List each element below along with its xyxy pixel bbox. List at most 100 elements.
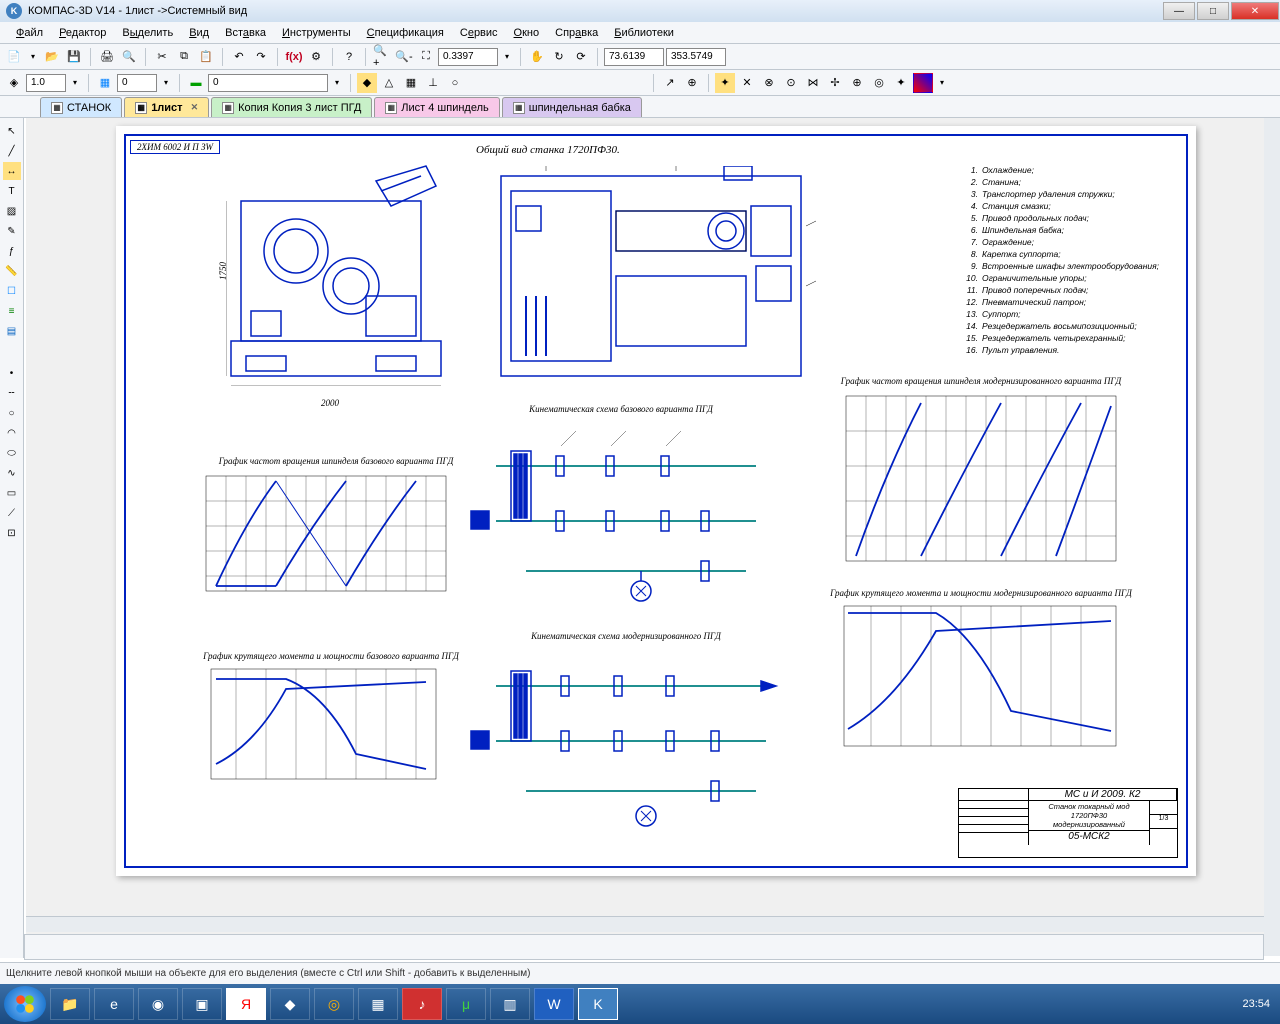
props-button[interactable]: ⚙: [306, 47, 326, 67]
zoom-dropdown[interactable]: ▾: [500, 47, 514, 67]
line-tool[interactable]: ╱: [3, 142, 21, 160]
snap2-button[interactable]: ✕: [737, 73, 757, 93]
zoom-input[interactable]: [438, 48, 498, 66]
autoline-tool[interactable]: ⟋: [3, 504, 21, 522]
menu-spec[interactable]: Спецификация: [359, 25, 452, 41]
aux-line-tool[interactable]: ╌: [3, 384, 21, 402]
task-app1[interactable]: ◉: [138, 988, 178, 1020]
task-explorer[interactable]: 📁: [50, 988, 90, 1020]
coord-y-input[interactable]: [666, 48, 726, 66]
tab-close-icon[interactable]: ✕: [191, 102, 199, 113]
menu-select[interactable]: Выделить: [114, 25, 181, 41]
tab-list4[interactable]: ▦ Лист 4 шпиндель: [374, 97, 499, 117]
arc-tool[interactable]: ◠: [3, 424, 21, 442]
tab-babka[interactable]: ▦ шпиндельная бабка: [502, 97, 642, 117]
var-button[interactable]: f(x): [284, 47, 304, 67]
preview-button[interactable]: 🔍: [119, 47, 139, 67]
close-button[interactable]: ✕: [1231, 2, 1279, 20]
style-dropdown[interactable]: ▾: [330, 73, 344, 93]
open-button[interactable]: 📂: [42, 47, 62, 67]
snap3-button[interactable]: ⊗: [759, 73, 779, 93]
local-cs-button[interactable]: ↗: [660, 73, 680, 93]
maximize-button[interactable]: □: [1197, 2, 1229, 20]
menu-window[interactable]: Окно: [506, 25, 548, 41]
dim-tool[interactable]: ↔: [3, 162, 21, 180]
snap-end-button[interactable]: ◆: [357, 73, 377, 93]
menu-libs[interactable]: Библиотеки: [606, 25, 682, 41]
menu-insert[interactable]: Вставка: [217, 25, 274, 41]
task-app4[interactable]: ◎: [314, 988, 354, 1020]
coord-x-input[interactable]: [604, 48, 664, 66]
help-button[interactable]: ?: [339, 47, 359, 67]
paste-button[interactable]: 📋: [196, 47, 216, 67]
ortho-button[interactable]: ⊥: [423, 73, 443, 93]
rect-tool[interactable]: ▭: [3, 484, 21, 502]
tab-stanok[interactable]: ▦ СТАНОК: [40, 97, 122, 117]
snap8-button[interactable]: ◎: [869, 73, 889, 93]
style-button[interactable]: ▬: [186, 73, 206, 93]
undo-button[interactable]: ↶: [229, 47, 249, 67]
scale-dropdown[interactable]: ▾: [68, 73, 82, 93]
snap-mid-button[interactable]: △: [379, 73, 399, 93]
snap1-button[interactable]: ✦: [715, 73, 735, 93]
copy-button[interactable]: ⧉: [174, 47, 194, 67]
layer-button[interactable]: ▦: [95, 73, 115, 93]
refresh-button[interactable]: ⟳: [571, 47, 591, 67]
edit-tool[interactable]: ✎: [3, 222, 21, 240]
ellipse-tool[interactable]: ⬭: [3, 444, 21, 462]
zoom-in-button[interactable]: 🔍+: [372, 47, 392, 67]
hatch-tool[interactable]: ▨: [3, 202, 21, 220]
start-button[interactable]: [4, 986, 46, 1022]
task-kompas[interactable]: K: [578, 988, 618, 1020]
select-tool[interactable]: ☐: [3, 282, 21, 300]
param-tool[interactable]: ƒ: [3, 242, 21, 260]
spline-tool[interactable]: ∿: [3, 464, 21, 482]
zoom-out-button[interactable]: 🔍-: [394, 47, 414, 67]
assoc-button[interactable]: ⊕: [682, 73, 702, 93]
menu-tools[interactable]: Инструменты: [274, 25, 359, 41]
snap9-button[interactable]: ✦: [891, 73, 911, 93]
menu-view[interactable]: Вид: [181, 25, 217, 41]
canvas-area[interactable]: 2ХИМ 6002 И П ЗW Общий вид станка 1720ПФ…: [26, 118, 1264, 956]
task-app5[interactable]: ▦: [358, 988, 398, 1020]
style-input[interactable]: [208, 74, 328, 92]
task-ie[interactable]: e: [94, 988, 134, 1020]
menu-edit[interactable]: Редактор: [51, 25, 114, 41]
round-button[interactable]: ○: [445, 73, 465, 93]
task-app2[interactable]: ▣: [182, 988, 222, 1020]
text-tool[interactable]: T: [3, 182, 21, 200]
task-app6[interactable]: ♪: [402, 988, 442, 1020]
new-dropdown[interactable]: ▾: [26, 47, 40, 67]
circle-tool[interactable]: ○: [3, 404, 21, 422]
snap-dropdown[interactable]: ▾: [935, 73, 949, 93]
rotate-button[interactable]: ↻: [549, 47, 569, 67]
minimize-button[interactable]: —: [1163, 2, 1195, 20]
new-button[interactable]: 📄: [4, 47, 24, 67]
cursor-tool[interactable]: ↖: [3, 122, 21, 140]
layer-input[interactable]: [117, 74, 157, 92]
clock[interactable]: 23:54: [1242, 998, 1280, 1011]
cut-button[interactable]: ✂: [152, 47, 172, 67]
task-app3[interactable]: ◆: [270, 988, 310, 1020]
redo-button[interactable]: ↷: [251, 47, 271, 67]
snap4-button[interactable]: ⊙: [781, 73, 801, 93]
tab-1list[interactable]: ▦ 1лист ✕: [124, 97, 209, 117]
task-app7[interactable]: ▥: [490, 988, 530, 1020]
menu-service[interactable]: Сервис: [452, 25, 506, 41]
grid-button[interactable]: ▦: [401, 73, 421, 93]
report-tool[interactable]: ▤: [3, 322, 21, 340]
zoom-fit-button[interactable]: ⛶: [416, 47, 436, 67]
snap5-button[interactable]: ⋈: [803, 73, 823, 93]
scale-input[interactable]: [26, 74, 66, 92]
menu-file[interactable]: Файл: [8, 25, 51, 41]
spec-tool[interactable]: ≡: [3, 302, 21, 320]
task-yandex[interactable]: Я: [226, 988, 266, 1020]
current-view-button[interactable]: ◈: [4, 73, 24, 93]
tab-kopiya[interactable]: ▦ Копия Копия 3 лист ПГД: [211, 97, 372, 117]
layer-dropdown[interactable]: ▾: [159, 73, 173, 93]
snap-color-button[interactable]: [913, 73, 933, 93]
property-panel[interactable]: [24, 934, 1264, 960]
horizontal-scrollbar[interactable]: [26, 916, 1264, 932]
task-utorrent[interactable]: μ: [446, 988, 486, 1020]
drawing-page[interactable]: 2ХИМ 6002 И П ЗW Общий вид станка 1720ПФ…: [116, 126, 1196, 876]
